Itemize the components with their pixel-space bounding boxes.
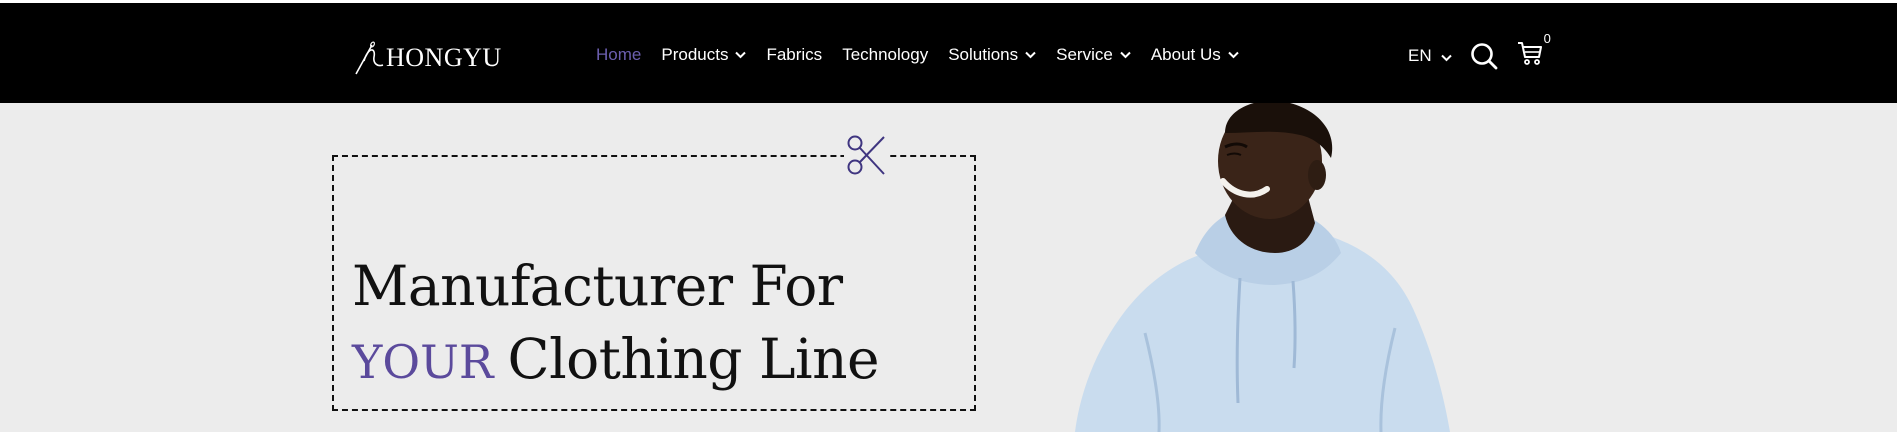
nav-service-label: Service [1056, 45, 1113, 64]
chevron-down-icon [735, 51, 747, 59]
hero-headline: Manufacturer For YOUR Clothing Line [352, 250, 880, 399]
nav-service[interactable]: Service [1056, 45, 1131, 65]
language-label: EN [1408, 45, 1432, 65]
headline-line-2: YOUR Clothing Line [352, 322, 880, 399]
nav-fabrics[interactable]: Fabrics [766, 45, 822, 65]
nav-about-us-label: About Us [1150, 45, 1221, 64]
chevron-down-icon [1440, 54, 1452, 61]
headline-line-2-text: Clothing Line [507, 327, 880, 391]
logo[interactable]: HONGYU [352, 41, 502, 75]
header-tools: EN 0 [1408, 31, 1551, 72]
headline-line-1: Manufacturer For [352, 254, 843, 318]
scissors-icon [844, 132, 888, 183]
logo-text: HONGYU [386, 43, 502, 72]
headline-accent: YOUR [352, 335, 494, 389]
nav-fabrics-label: Fabrics [766, 45, 823, 64]
nav-home[interactable]: Home [596, 45, 641, 65]
cart-button[interactable]: 0 [1516, 31, 1551, 72]
nav-products[interactable]: Products [661, 45, 747, 65]
needle-thread-icon [355, 41, 384, 75]
cart-count-badge: 0 [1543, 31, 1551, 46]
nav-technology[interactable]: Technology [842, 45, 928, 65]
chevron-down-icon [1025, 51, 1036, 59]
search-icon[interactable] [1470, 42, 1498, 70]
nav-about-us[interactable]: About Us [1151, 45, 1239, 65]
language-selector[interactable]: EN [1408, 46, 1452, 66]
page: HONGYU Home Products Fabrics Technology … [0, 0, 1897, 432]
nav-solutions-label: Solutions [948, 45, 1019, 64]
hero-model-image [1075, 103, 1450, 432]
nav-home-label: Home [596, 45, 642, 64]
main-menu: Home Products Fabrics Technology Solutio… [596, 45, 1259, 65]
nav-products-label: Products [661, 45, 729, 64]
nav-solutions[interactable]: Solutions [948, 45, 1036, 65]
navbar: HONGYU Home Products Fabrics Technology … [0, 3, 1897, 103]
chevron-down-icon [1228, 51, 1239, 59]
nav-technology-label: Technology [842, 45, 929, 64]
chevron-down-icon [1120, 51, 1131, 59]
cart-icon [1517, 42, 1542, 65]
